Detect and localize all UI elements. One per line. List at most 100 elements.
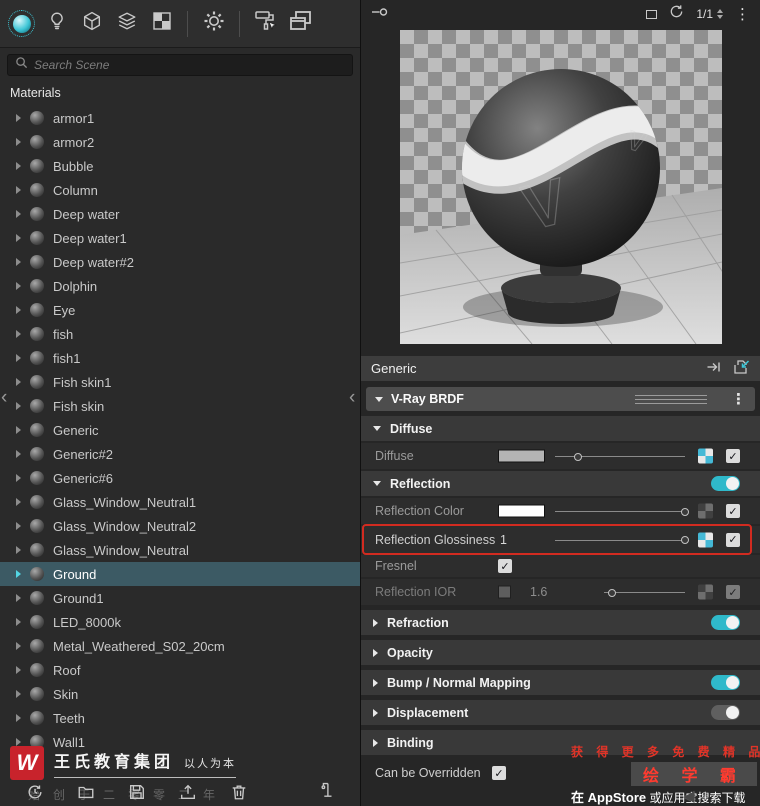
purge-trash-button[interactable] bbox=[230, 783, 248, 806]
settings-button[interactable] bbox=[196, 3, 231, 45]
material-row[interactable]: Bubble bbox=[0, 154, 360, 178]
material-row[interactable]: Skin bbox=[0, 682, 360, 706]
section-displacement[interactable]: Displacement bbox=[361, 700, 760, 725]
material-row[interactable]: armor1 bbox=[0, 106, 360, 130]
materials-category-button[interactable] bbox=[4, 3, 39, 45]
import-button[interactable] bbox=[179, 783, 197, 806]
expand-arrow-icon[interactable] bbox=[16, 162, 21, 170]
expand-arrow-icon[interactable] bbox=[16, 498, 21, 506]
reflection-toggle[interactable] bbox=[711, 476, 740, 491]
expand-arrow-icon[interactable] bbox=[16, 258, 21, 266]
expand-arrow-icon[interactable] bbox=[16, 714, 21, 722]
material-row[interactable]: Column bbox=[0, 178, 360, 202]
search-input[interactable]: Search Scene bbox=[7, 54, 353, 76]
refraction-toggle[interactable] bbox=[711, 615, 740, 630]
expand-arrow-icon[interactable] bbox=[16, 522, 21, 530]
diffuse-color-swatch[interactable] bbox=[498, 449, 545, 463]
history-button[interactable] bbox=[26, 783, 44, 806]
material-row[interactable]: Glass_Window_Neutral bbox=[0, 538, 360, 562]
expand-arrow-icon[interactable] bbox=[16, 330, 21, 338]
section-bump-normal[interactable]: Bump / Normal Mapping bbox=[361, 670, 760, 695]
expand-arrow-icon[interactable] bbox=[16, 378, 21, 386]
reflection-color-swatch[interactable] bbox=[498, 504, 545, 518]
expand-arrow-icon[interactable] bbox=[16, 618, 21, 626]
material-row[interactable]: Deep water#2 bbox=[0, 250, 360, 274]
material-row[interactable]: Metal_Weathered_S02_20cm bbox=[0, 634, 360, 658]
save-to-library-icon[interactable] bbox=[733, 359, 750, 378]
section-opacity[interactable]: Opacity bbox=[361, 640, 760, 665]
section-reflection[interactable]: Reflection bbox=[361, 471, 760, 496]
paint-tool-button[interactable] bbox=[248, 3, 283, 45]
expand-arrow-icon[interactable] bbox=[16, 642, 21, 650]
pages-spinner[interactable] bbox=[717, 9, 723, 19]
material-row[interactable]: Generic#2 bbox=[0, 442, 360, 466]
material-row[interactable]: Ground bbox=[0, 562, 360, 586]
material-row[interactable]: Teeth bbox=[0, 706, 360, 730]
preview-window-button[interactable] bbox=[283, 3, 318, 45]
brdf-menu-dots-icon[interactable]: ⋮ bbox=[731, 390, 746, 408]
expand-arrow-icon[interactable] bbox=[16, 474, 21, 482]
expand-arrow-icon[interactable] bbox=[16, 546, 21, 554]
ior-texture-slot-icon[interactable] bbox=[698, 584, 713, 600]
material-row[interactable]: LED_8000k bbox=[0, 610, 360, 634]
glossiness-value-field[interactable]: 1 bbox=[500, 533, 507, 547]
save-button[interactable] bbox=[128, 783, 146, 806]
dock-arrow-icon[interactable] bbox=[706, 359, 722, 378]
displacement-toggle[interactable] bbox=[711, 705, 740, 720]
slider-knob[interactable] bbox=[681, 536, 689, 544]
material-row[interactable]: Deep water1 bbox=[0, 226, 360, 250]
node-connection-icon[interactable] bbox=[371, 5, 389, 24]
open-folder-button[interactable] bbox=[77, 783, 95, 806]
material-row[interactable]: Ground1 bbox=[0, 586, 360, 610]
diffuse-texture-slot-icon[interactable] bbox=[698, 448, 713, 464]
reflection-color-slider[interactable] bbox=[555, 507, 689, 516]
brdf-layer-bar[interactable]: V-Ray BRDF ⋮ bbox=[366, 387, 755, 411]
glossiness-checkbox[interactable] bbox=[726, 532, 740, 547]
material-row[interactable]: Fish skin1 bbox=[0, 370, 360, 394]
expand-arrow-icon[interactable] bbox=[16, 738, 21, 746]
textures-category-button[interactable] bbox=[144, 3, 179, 45]
ior-value-field[interactable]: 1.6 bbox=[530, 585, 547, 599]
ior-checkbox[interactable] bbox=[726, 585, 740, 599]
expand-arrow-icon[interactable] bbox=[16, 690, 21, 698]
material-row[interactable]: armor2 bbox=[0, 130, 360, 154]
override-checkbox[interactable] bbox=[492, 766, 506, 780]
expand-arrow-icon[interactable] bbox=[16, 234, 21, 242]
material-row[interactable]: Glass_Window_Neutral2 bbox=[0, 514, 360, 538]
lamp-post-button[interactable] bbox=[318, 780, 336, 803]
fresnel-checkbox[interactable] bbox=[498, 559, 512, 573]
material-row[interactable]: Fish skin bbox=[0, 394, 360, 418]
ior-slider[interactable] bbox=[604, 588, 685, 597]
slider-knob[interactable] bbox=[681, 507, 689, 516]
material-row[interactable]: Glass_Window_Neutral1 bbox=[0, 490, 360, 514]
collapse-right-panel-handle-icon[interactable]: ‹ bbox=[349, 388, 355, 407]
material-row[interactable]: Roof bbox=[0, 658, 360, 682]
reflection-color-texture-slot-icon[interactable] bbox=[698, 503, 713, 519]
slider-knob[interactable] bbox=[608, 588, 617, 597]
brdf-collapse-arrow-icon[interactable] bbox=[375, 396, 383, 402]
diffuse-slider[interactable] bbox=[555, 452, 685, 461]
collapse-left-handle-icon[interactable]: ‹ bbox=[1, 388, 7, 407]
lights-category-button[interactable] bbox=[39, 3, 74, 45]
material-row[interactable]: Generic#6 bbox=[0, 466, 360, 490]
expand-arrow-icon[interactable] bbox=[16, 138, 21, 146]
float-preview-icon[interactable] bbox=[646, 9, 658, 19]
expand-arrow-icon[interactable] bbox=[16, 666, 21, 674]
refresh-preview-icon[interactable] bbox=[669, 4, 684, 24]
expand-arrow-icon[interactable] bbox=[16, 186, 21, 194]
expand-arrow-icon[interactable] bbox=[16, 114, 21, 122]
material-row[interactable]: fish1 bbox=[0, 346, 360, 370]
expand-arrow-icon[interactable] bbox=[16, 210, 21, 218]
geometry-category-button[interactable] bbox=[74, 3, 109, 45]
expand-arrow-icon[interactable] bbox=[16, 594, 21, 602]
glossiness-texture-slot-icon[interactable] bbox=[698, 532, 713, 547]
glossiness-slider[interactable] bbox=[555, 536, 689, 544]
section-diffuse[interactable]: Diffuse bbox=[361, 416, 760, 441]
material-row[interactable]: fish bbox=[0, 322, 360, 346]
expand-arrow-icon[interactable] bbox=[16, 282, 21, 290]
bump-toggle[interactable] bbox=[711, 675, 740, 690]
expand-arrow-icon[interactable] bbox=[16, 426, 21, 434]
render-elements-category-button[interactable] bbox=[109, 3, 144, 45]
expand-arrow-icon[interactable] bbox=[16, 570, 21, 578]
section-refraction[interactable]: Refraction bbox=[361, 610, 760, 635]
